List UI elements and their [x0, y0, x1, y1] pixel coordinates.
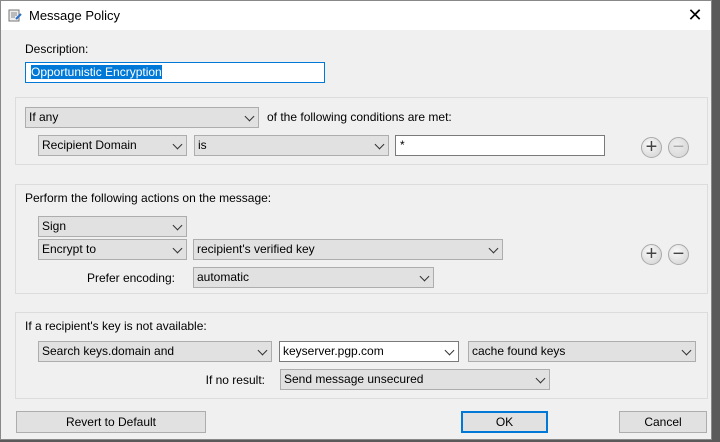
no-result-value: Send message unsecured	[284, 372, 424, 386]
remove-action-button[interactable]: −	[668, 244, 689, 265]
encrypt-select[interactable]: Encrypt to	[38, 239, 187, 260]
encoding-value: automatic	[197, 270, 250, 284]
remove-condition-button[interactable]: −	[668, 137, 689, 158]
close-icon: ✕	[687, 5, 703, 25]
no-result-select[interactable]: Send message unsecured	[280, 369, 550, 390]
chevron-down-icon	[172, 139, 183, 150]
add-condition-button[interactable]: +	[641, 137, 662, 158]
policy-app-icon	[8, 9, 22, 22]
revert-to-default-button[interactable]: Revert to Default	[16, 411, 206, 433]
chevron-down-icon	[488, 243, 499, 254]
condition-operator-select[interactable]: is	[194, 135, 389, 156]
encrypt-value: Encrypt to	[42, 242, 97, 256]
encoding-select[interactable]: automatic	[193, 267, 434, 288]
chevron-down-icon	[681, 345, 692, 356]
keyserver-value: keyserver.pgp.com	[283, 344, 384, 358]
actions-heading: Perform the following actions on the mes…	[25, 191, 272, 205]
no-result-label: If no result:	[205, 373, 265, 387]
condition-field-value: Recipient Domain	[42, 138, 137, 152]
message-policy-dialog: Message Policy ✕ Description: Opportunis…	[0, 0, 712, 440]
cache-value: cache found keys	[472, 344, 566, 358]
keyserver-combo[interactable]: keyserver.pgp.com	[279, 341, 459, 362]
description-label: Description:	[25, 42, 89, 56]
match-mode-value: If any	[29, 110, 59, 124]
chevron-down-icon	[244, 111, 255, 122]
condition-operator-value: is	[198, 138, 207, 152]
condition-field-select[interactable]: Recipient Domain	[38, 135, 187, 156]
description-input[interactable]: Opportunistic Encryption	[25, 62, 325, 83]
encrypt-target-select[interactable]: recipient's verified key	[193, 239, 503, 260]
chevron-down-icon	[374, 139, 385, 150]
window-title: Message Policy	[29, 8, 121, 23]
search-value: Search keys.domain and	[42, 344, 175, 358]
condition-value-input[interactable]: *	[395, 135, 605, 156]
ok-button[interactable]: OK	[461, 411, 548, 433]
search-select[interactable]: Search keys.domain and	[38, 341, 272, 362]
match-mode-select[interactable]: If any	[25, 107, 259, 128]
chevron-down-icon	[444, 345, 455, 356]
description-value: Opportunistic Encryption	[31, 65, 162, 79]
add-action-button[interactable]: +	[641, 244, 662, 265]
chevron-down-icon	[535, 373, 546, 384]
sign-select[interactable]: Sign	[38, 216, 187, 237]
close-button[interactable]: ✕	[685, 5, 705, 25]
cancel-button[interactable]: Cancel	[619, 411, 707, 433]
chevron-down-icon	[172, 220, 183, 231]
conditions-text: of the following conditions are met:	[267, 110, 452, 124]
sign-value: Sign	[42, 219, 67, 233]
encrypt-target-value: recipient's verified key	[197, 242, 315, 256]
title-bar: Message Policy ✕	[1, 1, 711, 30]
encoding-label: Prefer encoding:	[86, 271, 175, 285]
chevron-down-icon	[257, 345, 268, 356]
cache-select[interactable]: cache found keys	[468, 341, 696, 362]
chevron-down-icon	[419, 271, 430, 282]
chevron-down-icon	[172, 243, 183, 254]
fallback-heading: If a recipient's key is not available:	[25, 319, 207, 333]
